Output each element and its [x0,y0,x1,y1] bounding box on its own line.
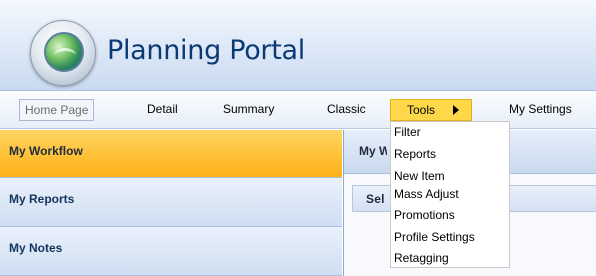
nav-home-page[interactable]: Home Page [19,99,95,121]
menu-item-mass-adjust[interactable]: Mass Adjust [394,186,459,202]
nav-detail[interactable]: Detail [147,99,178,121]
nav-tools[interactable]: Tools [390,99,472,121]
menu-item-filter[interactable]: Filter [394,124,421,140]
sidebar-item-my-notes[interactable]: My Notes [0,227,342,276]
nav-tools-label: Tools [407,103,436,117]
nav-my-settings[interactable]: My Settings [509,99,572,121]
nav-summary[interactable]: Summary [223,99,274,121]
nav-classic[interactable]: Classic [327,99,366,121]
sidebar-item-my-reports[interactable]: My Reports [0,178,342,227]
menu-item-promotions[interactable]: Promotions [394,207,455,223]
tools-dropdown-menu: Filter Reports New Item Mass Adjust Prom… [390,121,510,268]
app-title: Planning Portal [107,35,305,66]
menu-item-retagging[interactable]: Retagging [394,250,449,266]
sidebar: My Workflow My Reports My Notes [0,130,342,276]
menu-item-reports[interactable]: Reports [394,146,436,162]
subheader-label-left: Sel [366,192,385,206]
app-header: Planning Portal [0,0,596,91]
globe-icon [44,32,84,72]
submenu-arrow-icon [453,105,459,115]
menu-item-profile-settings[interactable]: Profile Settings [394,229,475,245]
menu-item-new-item[interactable]: New Item [394,168,445,184]
planning-portal-logo [30,20,96,86]
sidebar-item-my-workflow[interactable]: My Workflow [0,130,342,178]
content-title: My W [359,144,387,158]
